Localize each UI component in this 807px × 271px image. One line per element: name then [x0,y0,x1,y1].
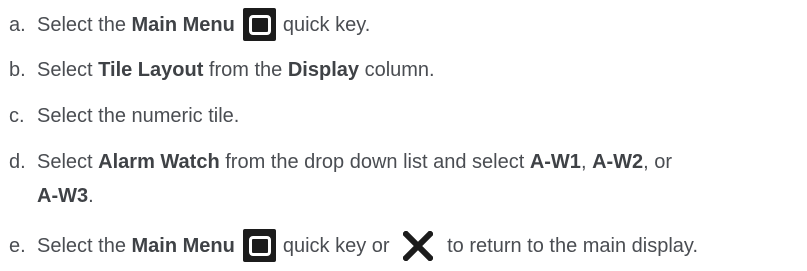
tile-layout-label: Tile Layout [98,59,204,81]
main-menu-icon [242,229,276,262]
step-marker: e. [9,234,26,257]
step-b: b. Select Tile Layout from the Display c… [9,57,435,83]
step-text: Select [37,59,99,81]
step-d-continuation: A-W3. [37,183,94,209]
step-c: c. Select the numeric tile. [9,103,239,129]
step-marker: c. [9,105,25,127]
step-text: from the drop down list and select [219,151,530,173]
step-text: from the [203,59,288,81]
step-text: column. [359,59,435,81]
step-text: quick key or [282,234,396,257]
step-marker: d. [9,151,26,173]
step-text: Select [37,151,99,173]
display-label: Display [287,59,360,81]
step-text: to return to the main display. [447,234,698,257]
step-text: , [580,151,593,173]
step-d: d. Select Alarm Watch from the drop down… [9,149,672,175]
alarm-watch-label: Alarm Watch [98,151,220,173]
step-e: e. Select the Main Menu quick key or to … [9,229,698,262]
step-text: Select the [37,234,132,257]
aw1-label: A-W1 [529,151,581,173]
step-text: quick key. [282,13,371,36]
step-text: , or [643,151,673,173]
aw3-label: A-W3 [37,185,89,207]
step-text: Select the numeric tile. [37,105,240,127]
main-menu-label: Main Menu [131,234,235,257]
step-a: a. Select the Main Menu quick key. [9,8,370,41]
step-marker: b. [9,59,26,81]
step-text: Select the [37,13,132,36]
main-menu-label: Main Menu [131,13,235,36]
aw2-label: A-W2 [592,151,644,173]
step-marker: a. [9,13,26,36]
step-text: . [88,185,94,207]
close-x-icon [403,230,434,261]
main-menu-icon [242,8,276,41]
